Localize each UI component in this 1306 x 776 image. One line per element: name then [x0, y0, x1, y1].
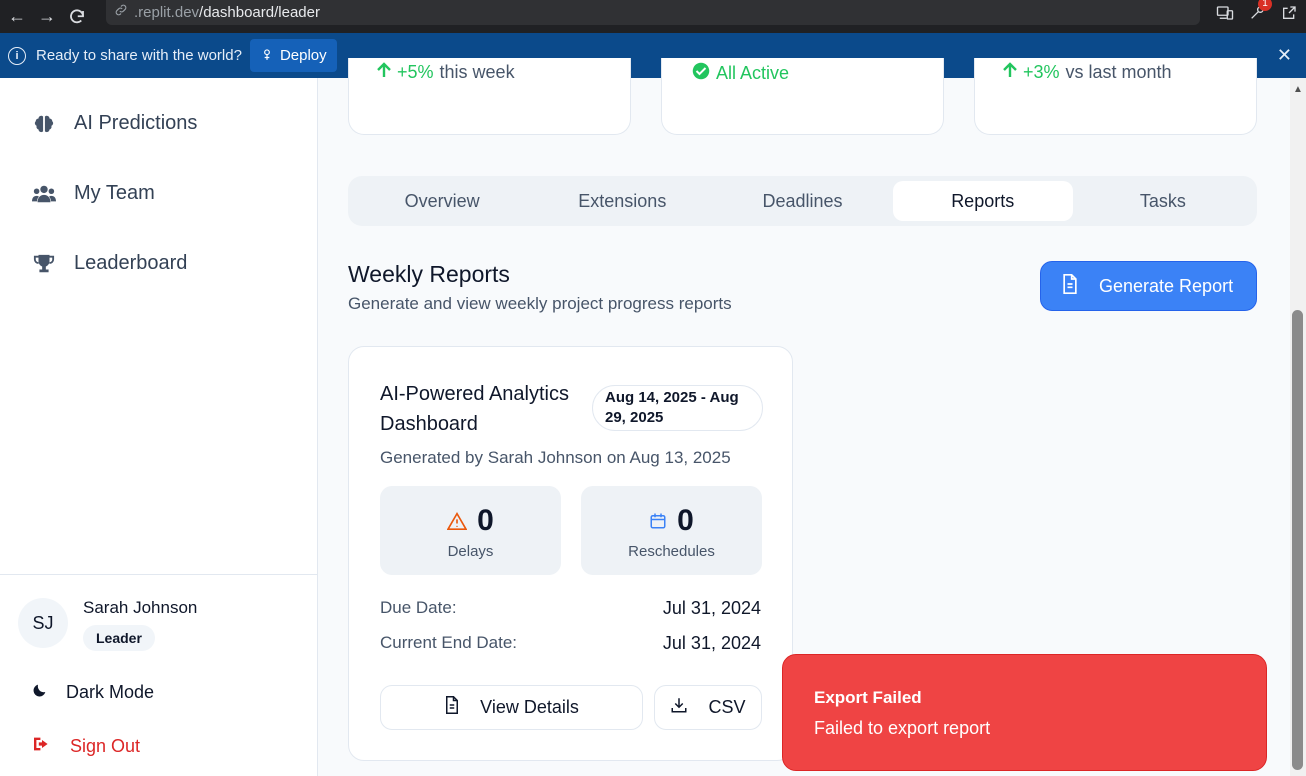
tab-bar: Overview Extensions Deadlines Reports Ta… — [348, 176, 1257, 226]
brain-icon — [32, 113, 56, 135]
notification-badge: 1 — [1258, 0, 1272, 11]
dark-mode-toggle[interactable]: Dark Mode — [32, 682, 154, 703]
toast-message: Failed to export report — [814, 718, 991, 738]
deploy-button[interactable]: Deploy — [249, 39, 337, 72]
sidebar-item-leaderboard[interactable]: Leaderboard — [32, 252, 187, 275]
browser-toolbar: ← → .replit.dev/dashboard/leader 1 — [0, 0, 1306, 33]
reload-icon[interactable] — [62, 5, 92, 29]
sidebar-divider — [0, 574, 318, 575]
report-card: AI-Powered Analytics Dashboard Aug 14, 2… — [348, 346, 793, 761]
generate-report-label: Generate Report — [1099, 275, 1234, 296]
reschedules-metric: 0 Reschedules — [581, 486, 762, 575]
banner-text: Ready to share with the world? — [36, 47, 242, 64]
arrow-up-icon — [377, 62, 391, 83]
stat-card-1: +5% this week — [348, 58, 631, 135]
view-details-label: View Details — [480, 697, 579, 717]
stat-suffix: vs last month — [1065, 62, 1172, 82]
stat-card-3: +3% vs last month — [974, 58, 1257, 135]
devices-icon[interactable] — [1214, 3, 1236, 23]
delays-metric: 0 Delays — [380, 486, 561, 575]
open-external-icon[interactable] — [1278, 3, 1300, 23]
tab-overview[interactable]: Overview — [352, 181, 532, 221]
end-date-value: Jul 31, 2024 — [662, 633, 761, 653]
back-arrow-icon[interactable]: ← — [2, 5, 32, 29]
extension-icon[interactable]: 1 — [1246, 0, 1272, 23]
report-generated-by: Generated by Sarah Johnson on Aug 13, 20… — [380, 448, 731, 467]
stat-change: +5% — [397, 62, 434, 82]
sidebar: AI Predictions My Team Leaderboard SJ Sa… — [0, 78, 318, 776]
address-bar[interactable]: .replit.dev/dashboard/leader — [106, 0, 1200, 25]
download-icon — [670, 696, 688, 719]
delays-value: 0 — [477, 504, 494, 537]
check-circle-icon — [692, 62, 710, 85]
dark-mode-label: Dark Mode — [66, 682, 155, 702]
trophy-icon — [32, 253, 56, 275]
reschedules-value: 0 — [677, 504, 694, 537]
tab-deadlines[interactable]: Deadlines — [712, 181, 892, 221]
arrow-up-icon — [1003, 62, 1017, 83]
tab-reports[interactable]: Reports — [892, 181, 1073, 221]
deploy-label: Deploy — [279, 47, 327, 64]
forward-arrow-icon[interactable]: → — [32, 5, 62, 29]
tab-extensions[interactable]: Extensions — [532, 181, 712, 221]
tab-tasks[interactable]: Tasks — [1073, 181, 1253, 221]
calendar-icon — [649, 504, 667, 538]
sign-out-button[interactable]: Sign Out — [32, 736, 140, 757]
role-badge: Leader — [83, 625, 155, 651]
page-subtitle: Generate and view weekly project progres… — [348, 294, 732, 313]
view-details-button[interactable]: View Details — [380, 685, 643, 730]
reschedules-label: Reschedules — [628, 543, 715, 560]
csv-export-button[interactable]: CSV — [654, 685, 762, 730]
csv-label: CSV — [708, 697, 746, 717]
link-icon — [114, 3, 128, 22]
date-range-badge: Aug 14, 2025 - Aug 29, 2025 — [592, 385, 763, 431]
warning-icon — [446, 504, 468, 538]
generate-report-button[interactable]: Generate Report — [1040, 261, 1257, 311]
sidebar-item-ai-predictions[interactable]: AI Predictions — [32, 112, 197, 135]
users-icon — [32, 184, 56, 204]
end-date-label: Current End Date: — [380, 633, 518, 652]
sign-out-icon — [32, 736, 52, 757]
delays-label: Delays — [447, 543, 494, 560]
due-date-label: Due Date: — [380, 598, 457, 617]
scrollbar-thumb[interactable] — [1292, 310, 1303, 770]
report-title: AI-Powered Analytics Dashboard — [380, 383, 569, 435]
stat-change: All Active — [716, 63, 790, 83]
file-icon — [1061, 273, 1079, 299]
error-toast[interactable]: Export Failed Failed to export report — [782, 654, 1267, 771]
avatar: SJ — [18, 598, 68, 648]
scroll-up-icon[interactable]: ▲ — [1293, 84, 1303, 95]
stat-change: +3% — [1023, 62, 1060, 82]
due-date-value: Jul 31, 2024 — [662, 598, 761, 618]
info-icon: i — [8, 46, 26, 65]
moon-icon — [32, 682, 48, 703]
deploy-icon — [260, 47, 274, 65]
user-name: Sarah Johnson — [83, 598, 198, 617]
sidebar-item-my-team[interactable]: My Team — [32, 182, 155, 205]
sidebar-item-label: Leaderboard — [74, 252, 188, 274]
close-icon[interactable]: ✕ — [1277, 45, 1292, 66]
url-text: .replit.dev/dashboard/leader — [134, 4, 320, 21]
stat-suffix: this week — [439, 62, 515, 82]
sidebar-item-label: AI Predictions — [74, 112, 198, 134]
sidebar-item-label: My Team — [74, 182, 155, 204]
page-title: Weekly Reports — [348, 261, 510, 287]
toast-title: Export Failed — [814, 688, 922, 707]
file-icon — [444, 696, 460, 719]
stat-card-2: All Active — [661, 58, 944, 135]
sign-out-label: Sign Out — [70, 736, 141, 756]
